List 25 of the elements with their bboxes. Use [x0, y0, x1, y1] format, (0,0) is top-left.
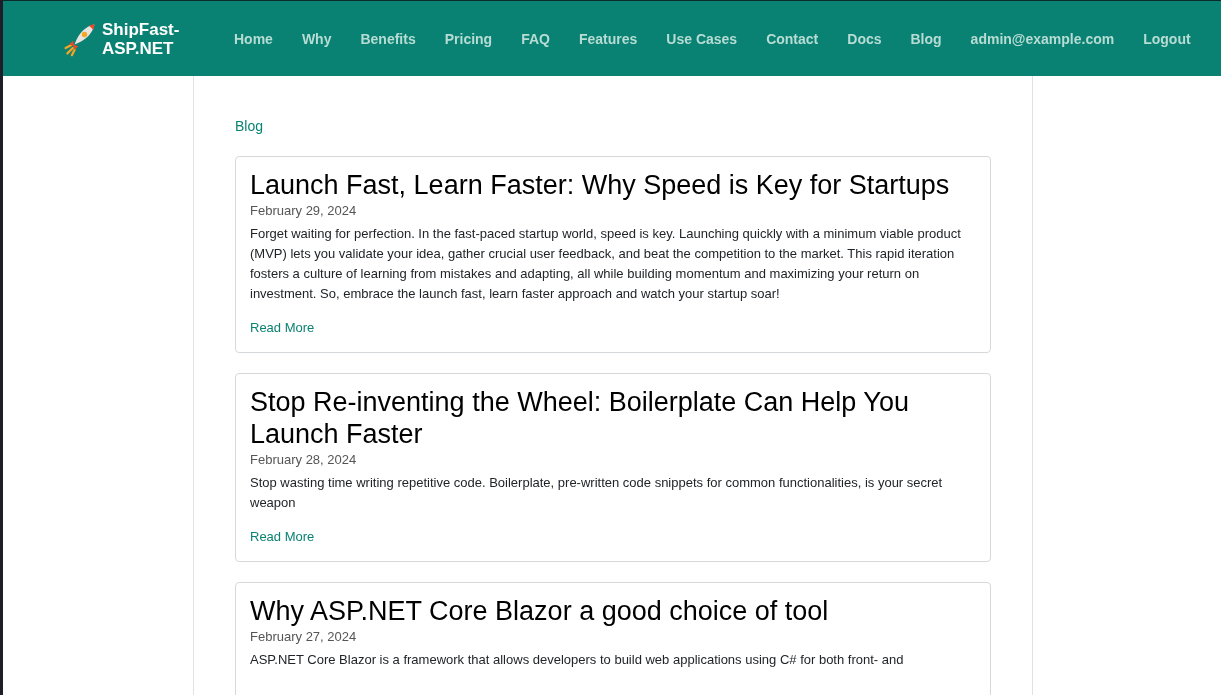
- nav-link[interactable]: Features: [578, 30, 638, 47]
- post-date: February 28, 2024: [250, 452, 358, 467]
- brand-name[interactable]: ShipFast-ASP.NET: [102, 19, 192, 58]
- post-title: Why ASP.NET Core Blazor a good choice of tool: [250, 595, 830, 627]
- post-title: Launch Fast, Learn Faster: Why Speed is Key for Startups: [250, 169, 951, 201]
- post-excerpt: ASP.NET Core Blazor is a framework that allows developers to build web applications using C# for both front- and: [250, 651, 905, 669]
- post-excerpt: Forget waiting for perfection. In the fast-paced startup world, speed is key. Launching quickly with a minimum viable product (MVP) lets you validate your idea, gather crucial user feedback, and beat the competition to the market. This rapid iteration fosters a culture of learning from mistakes and adapting, all while building momentum and maximizing your return on investment. So, embrace the launch fast, learn faster approach and watch your startup soar!: [250, 225, 962, 303]
- breadcrumb-link[interactable]: Blog: [235, 118, 264, 134]
- nav-link[interactable]: Logout: [1143, 30, 1191, 47]
- post-title: Stop Re-inventing the Wheel: Boilerplate Can Help You Launch Faster: [250, 386, 910, 450]
- nav-link[interactable]: Use Cases: [666, 30, 738, 47]
- nav-link[interactable]: Pricing: [444, 30, 493, 47]
- nav-link[interactable]: Home: [234, 30, 273, 47]
- post-excerpt: Stop wasting time writing repetitive code. Boilerplate, pre-written code snippets for common functionalities, is your secret weapon: [250, 474, 944, 512]
- post-date: February 29, 2024: [250, 203, 358, 218]
- read-more-link[interactable]: Read More: [250, 320, 315, 335]
- post-date: February 27, 2024: [250, 629, 358, 644]
- nav-link[interactable]: Docs: [847, 30, 882, 47]
- nav-link[interactable]: admin@example.com: [970, 30, 1115, 47]
- nav-link[interactable]: Contact: [766, 30, 819, 47]
- nav-link[interactable]: Blog: [910, 30, 942, 47]
- nav-link[interactable]: Benefits: [360, 30, 416, 47]
- read-more-link[interactable]: Read More: [250, 529, 315, 544]
- nav-link[interactable]: Why: [301, 30, 332, 47]
- nav-link[interactable]: FAQ: [521, 30, 550, 47]
